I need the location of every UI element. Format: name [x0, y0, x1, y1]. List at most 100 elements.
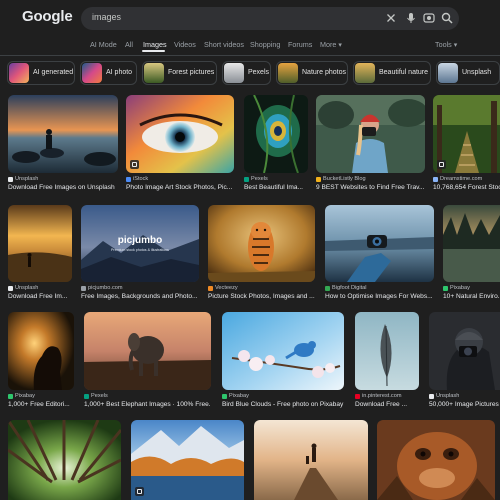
- favicon-icon: [8, 176, 13, 182]
- chip-thumbnail: [278, 63, 298, 83]
- tab-short-videos[interactable]: Short videos: [204, 40, 244, 49]
- result-title[interactable]: How to Optimise Images For Webs...: [325, 293, 434, 300]
- result-title[interactable]: Download Free ...: [355, 401, 419, 408]
- result-title[interactable]: Download Free Images on Unsplash: [8, 184, 118, 191]
- result-image[interactable]: [8, 312, 74, 390]
- image-result[interactable]: Unsplash 50,000+ Image Pictures ...: [429, 312, 500, 412]
- chip-label: Forest pictures: [168, 69, 215, 76]
- result-image[interactable]: [131, 420, 244, 500]
- chip-thumbnail: [9, 63, 29, 83]
- image-result[interactable]: in.pinterest.com Download Free ...: [355, 312, 419, 412]
- tab-all[interactable]: All: [125, 40, 133, 49]
- image-result[interactable]: Bigfoot Digital How to Optimise Images F…: [325, 205, 434, 305]
- tab-videos[interactable]: Videos: [174, 40, 196, 49]
- clear-icon[interactable]: [384, 11, 398, 25]
- chip-unsplash[interactable]: Unsplash: [436, 61, 500, 85]
- result-image[interactable]: [126, 95, 234, 173]
- result-title[interactable]: Picture Stock Photos, Images and ...: [208, 293, 315, 300]
- image-result[interactable]: Pixabay Bird Blue Clouds - Free photo on…: [222, 312, 344, 412]
- chip-label: AI photo: [106, 69, 133, 76]
- tab-shopping[interactable]: Shopping: [250, 40, 280, 49]
- result-image[interactable]: [8, 205, 72, 282]
- result-image[interactable]: [355, 312, 419, 390]
- active-tab-indicator: [142, 50, 165, 52]
- image-result[interactable]: iStock Photo Image Art Stock Photos, Pic…: [126, 95, 234, 195]
- image-result[interactable]: [131, 420, 244, 500]
- chevron-down-icon: ▾: [453, 40, 458, 49]
- image-result[interactable]: Pixabay 1,000+ Free Editori...: [8, 312, 74, 412]
- result-title[interactable]: 9 BEST Websites to Find Free Trav...: [316, 184, 425, 191]
- chip-ai-photo[interactable]: AI photo: [80, 61, 137, 85]
- search-icon[interactable]: [440, 11, 454, 25]
- result-source-name: Unsplash: [15, 285, 39, 291]
- tab-images[interactable]: Images: [143, 40, 167, 49]
- result-image[interactable]: [254, 420, 368, 500]
- result-source-name: iStock: [133, 176, 149, 182]
- image-result[interactable]: Dreamstime.com 10,768,654 Forest Stock..…: [433, 95, 500, 195]
- result-source-name: Bigfoot Digital: [332, 285, 367, 291]
- result-image[interactable]: [8, 420, 121, 500]
- tab-forums[interactable]: Forums: [288, 40, 312, 49]
- result-image[interactable]: [222, 312, 344, 390]
- result-image[interactable]: [316, 95, 425, 173]
- collection-icon: [135, 487, 144, 496]
- result-image[interactable]: [443, 205, 500, 282]
- result-source: Dreamstime.com: [433, 176, 500, 182]
- chip-label: Nature photos: [302, 69, 346, 76]
- image-result[interactable]: [254, 420, 368, 500]
- chip-beautiful-nature[interactable]: Beautiful nature: [353, 61, 431, 85]
- image-result[interactable]: Pexels Best Beautiful Ima...: [244, 95, 308, 195]
- image-result[interactable]: [8, 420, 121, 500]
- result-source-name: BucketListly Blog: [323, 176, 366, 182]
- result-image[interactable]: [429, 312, 500, 390]
- tab-ai-mode[interactable]: AI Mode: [90, 40, 117, 49]
- result-title[interactable]: Bird Blue Clouds - Free photo on Pixabay: [222, 401, 344, 408]
- result-title[interactable]: 10,768,654 Forest Stock...: [433, 184, 500, 191]
- picjumbo-tagline: Premium stock photos & illustrations: [111, 248, 169, 252]
- favicon-icon: [84, 393, 89, 399]
- microphone-icon[interactable]: [404, 11, 418, 25]
- image-result[interactable]: Vecteezy Picture Stock Photos, Images an…: [208, 205, 315, 305]
- result-source: Bigfoot Digital: [325, 285, 434, 291]
- image-result[interactable]: picjumbo Premium stock photos & illustra…: [81, 205, 199, 305]
- result-image[interactable]: [8, 95, 118, 173]
- favicon-icon: [443, 285, 448, 291]
- result-image[interactable]: [325, 205, 434, 282]
- chip-forest-pictures[interactable]: Forest pictures: [142, 61, 217, 85]
- result-title[interactable]: Photo Image Art Stock Photos, Pic...: [126, 184, 234, 191]
- result-source-name: Unsplash: [15, 176, 39, 182]
- image-result[interactable]: [377, 420, 495, 500]
- chip-pexels[interactable]: Pexels: [222, 61, 271, 85]
- result-title[interactable]: 50,000+ Image Pictures ...: [429, 401, 500, 408]
- result-title[interactable]: Free Images, Backgrounds and Photo...: [81, 293, 199, 300]
- image-result[interactable]: Unsplash Download Free Im...: [8, 205, 72, 305]
- result-title[interactable]: 10+ Natural Enviro...: [443, 293, 500, 300]
- result-image[interactable]: [208, 205, 315, 282]
- tools-button[interactable]: Tools ▾: [435, 40, 457, 49]
- result-image[interactable]: picjumbo Premium stock photos & illustra…: [81, 205, 199, 282]
- result-title[interactable]: 1,000+ Free Editori...: [8, 401, 74, 408]
- result-title[interactable]: Download Free Im...: [8, 293, 72, 300]
- image-result[interactable]: Unsplash Download Free Images on Unsplas…: [8, 95, 118, 195]
- collection-icon: [437, 160, 446, 169]
- image-result[interactable]: BucketListly Blog 9 BEST Websites to Fin…: [316, 95, 425, 195]
- result-source: picjumbo.com: [81, 285, 199, 291]
- collection-icon: [130, 160, 139, 169]
- result-title[interactable]: 1,000+ Best Elephant Images · 100% Free.…: [84, 401, 211, 408]
- search-box[interactable]: images: [81, 7, 459, 30]
- image-result[interactable]: Pexels 1,000+ Best Elephant Images · 100…: [84, 312, 211, 412]
- picjumbo-brand: picjumbo: [117, 235, 163, 246]
- lens-icon[interactable]: [422, 11, 436, 25]
- chip-nature-photos[interactable]: Nature photos: [276, 61, 348, 85]
- result-title[interactable]: Best Beautiful Ima...: [244, 184, 308, 191]
- tab-more[interactable]: More ▾: [320, 40, 342, 49]
- result-image[interactable]: [377, 420, 495, 500]
- favicon-icon: [81, 285, 86, 291]
- result-image[interactable]: [244, 95, 308, 173]
- result-source: Pixabay: [8, 393, 74, 399]
- result-image[interactable]: [84, 312, 211, 390]
- search-input[interactable]: images: [92, 12, 121, 22]
- google-logo[interactable]: Google: [22, 8, 73, 25]
- image-result[interactable]: Pixabay 10+ Natural Enviro...: [443, 205, 500, 305]
- chip-ai-generated[interactable]: AI generated: [7, 61, 75, 85]
